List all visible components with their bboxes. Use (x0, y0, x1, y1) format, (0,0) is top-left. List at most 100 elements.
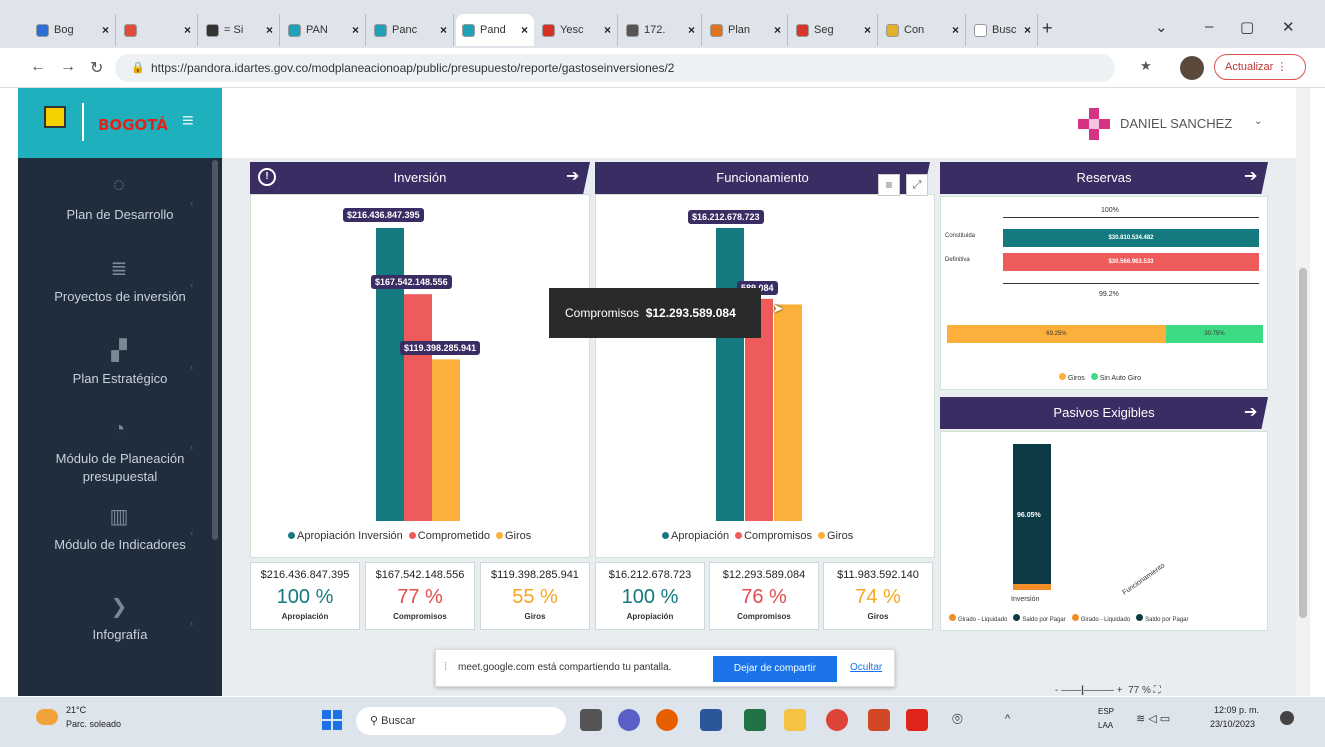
legend-item[interactable]: Giros (812, 530, 853, 542)
kpi-value: $119.398.285.941 (491, 569, 579, 581)
legend-dot (1071, 614, 1079, 621)
data-label: $119.398.285.941 (400, 341, 481, 355)
drag-handle-icon[interactable]: ⁞ (444, 661, 447, 673)
legend-label: Apropiación (671, 530, 730, 542)
tab-favicon-icon (374, 23, 387, 37)
tab-close-icon[interactable]: × (952, 23, 959, 37)
lang-2[interactable]: LAA (1098, 721, 1113, 730)
notifications-icon[interactable] (1280, 711, 1294, 725)
browser-tab[interactable]: Seg × (790, 14, 878, 46)
bar-giros[interactable] (432, 359, 460, 521)
legend-item[interactable]: Sin Auto Giro (1085, 373, 1141, 382)
split-segment[interactable]: 30.75% (1165, 325, 1263, 343)
wifi-volume-battery-icons[interactable]: ≋ ◁ ▭ (1136, 712, 1170, 725)
browser-tab[interactable]: Panc × (368, 14, 454, 46)
tab-label: PAN (306, 24, 328, 36)
scrollbar-thumb[interactable] (1299, 268, 1307, 618)
legend-item[interactable]: Saldo por Pagar (1130, 614, 1189, 623)
reservas-arrow-icon[interactable]: ➔ (1244, 166, 1257, 186)
reservas-row-bar[interactable]: $30.566.963.533 (1003, 253, 1259, 271)
taskbar-search[interactable]: ⚲ Buscar (356, 707, 566, 735)
legend-dot (949, 614, 956, 621)
weather-icon[interactable] (36, 709, 58, 725)
firefox-icon[interactable] (656, 709, 678, 731)
windows-start-icon[interactable] (322, 710, 342, 730)
browser-tab[interactable]: 172. × (620, 14, 702, 46)
kpi-percent: 74 % (855, 586, 901, 608)
tab-label: 172. (644, 24, 666, 36)
screen-share-bar: ⁞ meet.google.com está compartiendo tu p… (435, 649, 895, 687)
browser-tab[interactable]: Plan × (704, 14, 788, 46)
lang-1[interactable]: ESP (1098, 707, 1114, 716)
legend-item[interactable]: Apropiación (656, 530, 729, 542)
legend-item[interactable]: Compromisos (729, 530, 812, 542)
browser-tab[interactable]: Busc × (968, 14, 1038, 46)
tab-close-icon[interactable]: × (864, 23, 871, 37)
legend-item[interactable]: Girado - Liquidado (943, 614, 1008, 623)
file-explorer-icon[interactable] (784, 709, 806, 731)
tab-close-icon[interactable]: × (102, 23, 109, 37)
tab-close-icon[interactable]: × (604, 23, 611, 37)
split-segment[interactable]: 69.25% (947, 325, 1166, 343)
obs-icon[interactable]: ⌾ (952, 709, 963, 730)
chrome-icon[interactable] (826, 709, 848, 731)
browser-tab[interactable]: = Si × (200, 14, 280, 46)
clock-date[interactable]: 23/10/2023 (1210, 719, 1255, 729)
tab-close-icon[interactable]: × (688, 23, 695, 37)
pasivos-arrow-icon[interactable]: ➔ (1244, 402, 1257, 422)
stop-sharing-button[interactable]: Dejar de compartir (713, 656, 837, 682)
reservas-title: Reservas (1076, 170, 1132, 185)
legend-item[interactable]: Giros (490, 530, 531, 542)
page-scrollbar[interactable] (1296, 88, 1310, 696)
taskbar-search-label: Buscar (381, 715, 416, 727)
legend-item[interactable]: Giros (1053, 373, 1085, 382)
legend-dot (1136, 614, 1144, 621)
tray-chevron-icon[interactable]: ^ (1005, 713, 1010, 725)
legend-item[interactable]: Girado - Liquidado (1066, 614, 1130, 623)
legend-label: Giros (504, 530, 532, 542)
tab-close-icon[interactable]: × (1024, 23, 1031, 37)
tab-close-icon[interactable]: × (440, 23, 447, 37)
bar-apropiación-inversión[interactable] (376, 228, 404, 521)
chat-icon[interactable] (618, 709, 640, 731)
browser-tab[interactable]: Con × (880, 14, 966, 46)
word-icon[interactable] (700, 709, 722, 731)
legend-label: Giros (826, 530, 854, 542)
acrobat-icon[interactable] (906, 709, 928, 731)
excel-icon[interactable] (744, 709, 766, 731)
tab-close-icon[interactable]: × (352, 23, 359, 37)
zoom-control[interactable]: - ——|——— + 77 % ⛶ (1055, 685, 1161, 696)
taskbar: 21°C Parc. soleado ⚲ Buscar ⌾ ^ ESP LAA … (0, 697, 1325, 747)
tab-label: Seg (814, 24, 834, 36)
tab-close-icon[interactable]: × (774, 23, 781, 37)
task-view-icon[interactable] (580, 709, 602, 731)
bar-giros[interactable] (774, 304, 802, 521)
legend-item[interactable]: Comprometido (403, 530, 490, 542)
legend-item[interactable]: Apropiación Inversión (282, 530, 403, 542)
reservas-row-bar[interactable]: $30.810.534.482 (1003, 229, 1259, 247)
browser-tab[interactable]: Bog × (30, 14, 116, 46)
tab-close-icon[interactable]: × (266, 23, 273, 37)
legend-item[interactable]: Saldo por Pagar (1007, 614, 1066, 623)
giros-split-bar: 69.25% 30.75% (947, 325, 1263, 343)
data-label: $216.436.847.395 (343, 208, 424, 222)
browser-tab[interactable]: PAN × (282, 14, 366, 46)
bar-apropiación[interactable] (716, 228, 744, 521)
clock-time[interactable]: 12:09 p. m. (1214, 705, 1259, 715)
browser-tab[interactable]: Pand × (456, 14, 534, 46)
legend-dot (1013, 614, 1021, 621)
tab-close-icon[interactable]: × (184, 23, 191, 37)
reservas-bottom-line (1003, 283, 1259, 284)
tab-label: Busc (992, 24, 1017, 36)
legend-label: Girado - Liquidado (958, 617, 1008, 623)
powerpoint-icon[interactable] (868, 709, 890, 731)
tab-close-icon[interactable]: × (521, 23, 528, 37)
browser-tab[interactable]: Yesc × (536, 14, 618, 46)
tab-label: Yesc (560, 24, 584, 36)
bar-comprometido[interactable] (404, 294, 432, 521)
browser-tab[interactable]: × (118, 14, 198, 46)
legend-label: Comprometido (417, 530, 490, 542)
kpi-percent: 55 % (512, 586, 558, 608)
hide-share-link[interactable]: Ocultar (850, 662, 882, 673)
tab-favicon-icon (288, 23, 301, 37)
